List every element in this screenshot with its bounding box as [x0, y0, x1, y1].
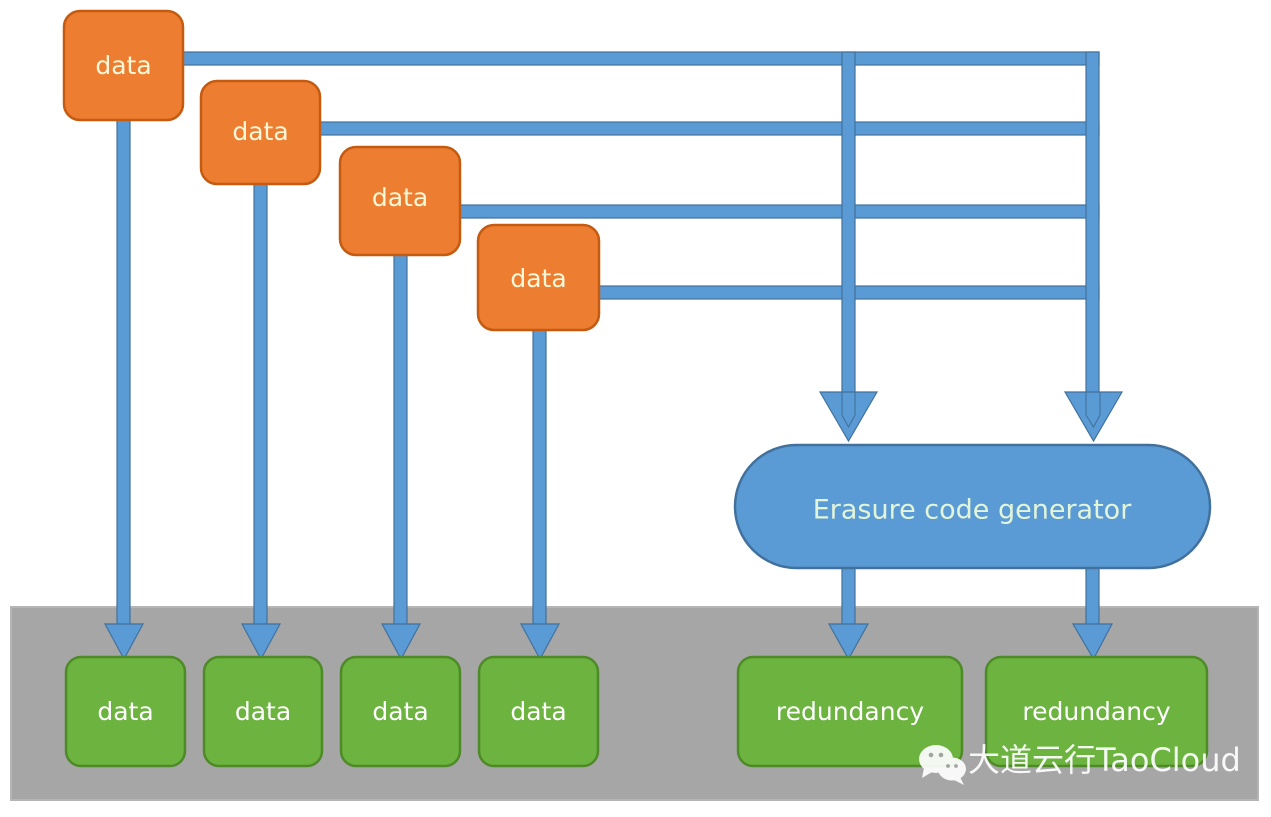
wechat-icon-small-eye-right: [954, 764, 958, 768]
trunk-right-vertical: [1085, 51, 1100, 395]
wechat-icon-small-bubble: [938, 757, 966, 781]
trunk-left-vertical: [841, 51, 856, 395]
watermark-label: 大道云行TaoCloud: [968, 741, 1241, 779]
drop-shaft-src-3: [393, 252, 408, 635]
watermark-group: 大道云行TaoCloud: [919, 741, 1241, 785]
output-block-data-4-label: data: [510, 697, 566, 726]
erasure-code-generator[interactable]: Erasure code generator: [733, 443, 1212, 570]
erasure-coding-diagram: data data data data Erasure code generat…: [10, 9, 1259, 801]
drop-shaft-src-4: [532, 327, 547, 635]
connector-bus-lines: [182, 51, 1100, 300]
source-block-2[interactable]: data: [199, 79, 322, 186]
output-block-data-1[interactable]: data: [64, 655, 187, 768]
source-block-4-label: data: [510, 264, 566, 293]
connector-trunks: [841, 51, 1100, 395]
wechat-icon-big-eye-left: [928, 752, 934, 758]
source-block-3[interactable]: data: [338, 145, 462, 257]
output-block-redundancy-1-label: redundancy: [776, 697, 924, 726]
source-drop-arrows: [103, 117, 561, 661]
output-block-data-2-label: data: [235, 697, 291, 726]
output-block-data-3[interactable]: data: [339, 655, 462, 768]
source-block-1-label: data: [95, 51, 151, 80]
source-block-2-label: data: [232, 117, 288, 146]
bus-line-src-2: [319, 121, 1100, 136]
source-block-1[interactable]: data: [62, 9, 185, 122]
erasure-code-generator-label: Erasure code generator: [813, 495, 1133, 526]
arrowhead-right-into-generator: [1063, 391, 1124, 443]
drop-shaft-src-2: [253, 181, 268, 635]
bus-line-src-3: [459, 204, 1100, 219]
arrowhead-left-into-generator: [818, 391, 879, 443]
output-block-data-1-label: data: [97, 697, 153, 726]
source-block-4[interactable]: data: [476, 223, 601, 332]
diagram-canvas: data data data data Erasure code generat…: [0, 0, 1271, 817]
source-block-3-label: data: [372, 183, 428, 212]
output-block-data-3-label: data: [372, 697, 428, 726]
generator-input-arrows: [818, 391, 1124, 443]
drop-shaft-src-1: [116, 117, 131, 635]
wechat-icon-small-eye-left: [946, 764, 950, 768]
output-block-data-2[interactable]: data: [202, 655, 324, 768]
wechat-icon-big-eye-right: [938, 752, 944, 758]
generator-input-arrow-inner-lines: [841, 392, 1101, 429]
output-block-redundancy-2-label: redundancy: [1022, 697, 1170, 726]
bus-line-src-1: [182, 51, 1100, 66]
output-block-data-4[interactable]: data: [477, 655, 600, 768]
